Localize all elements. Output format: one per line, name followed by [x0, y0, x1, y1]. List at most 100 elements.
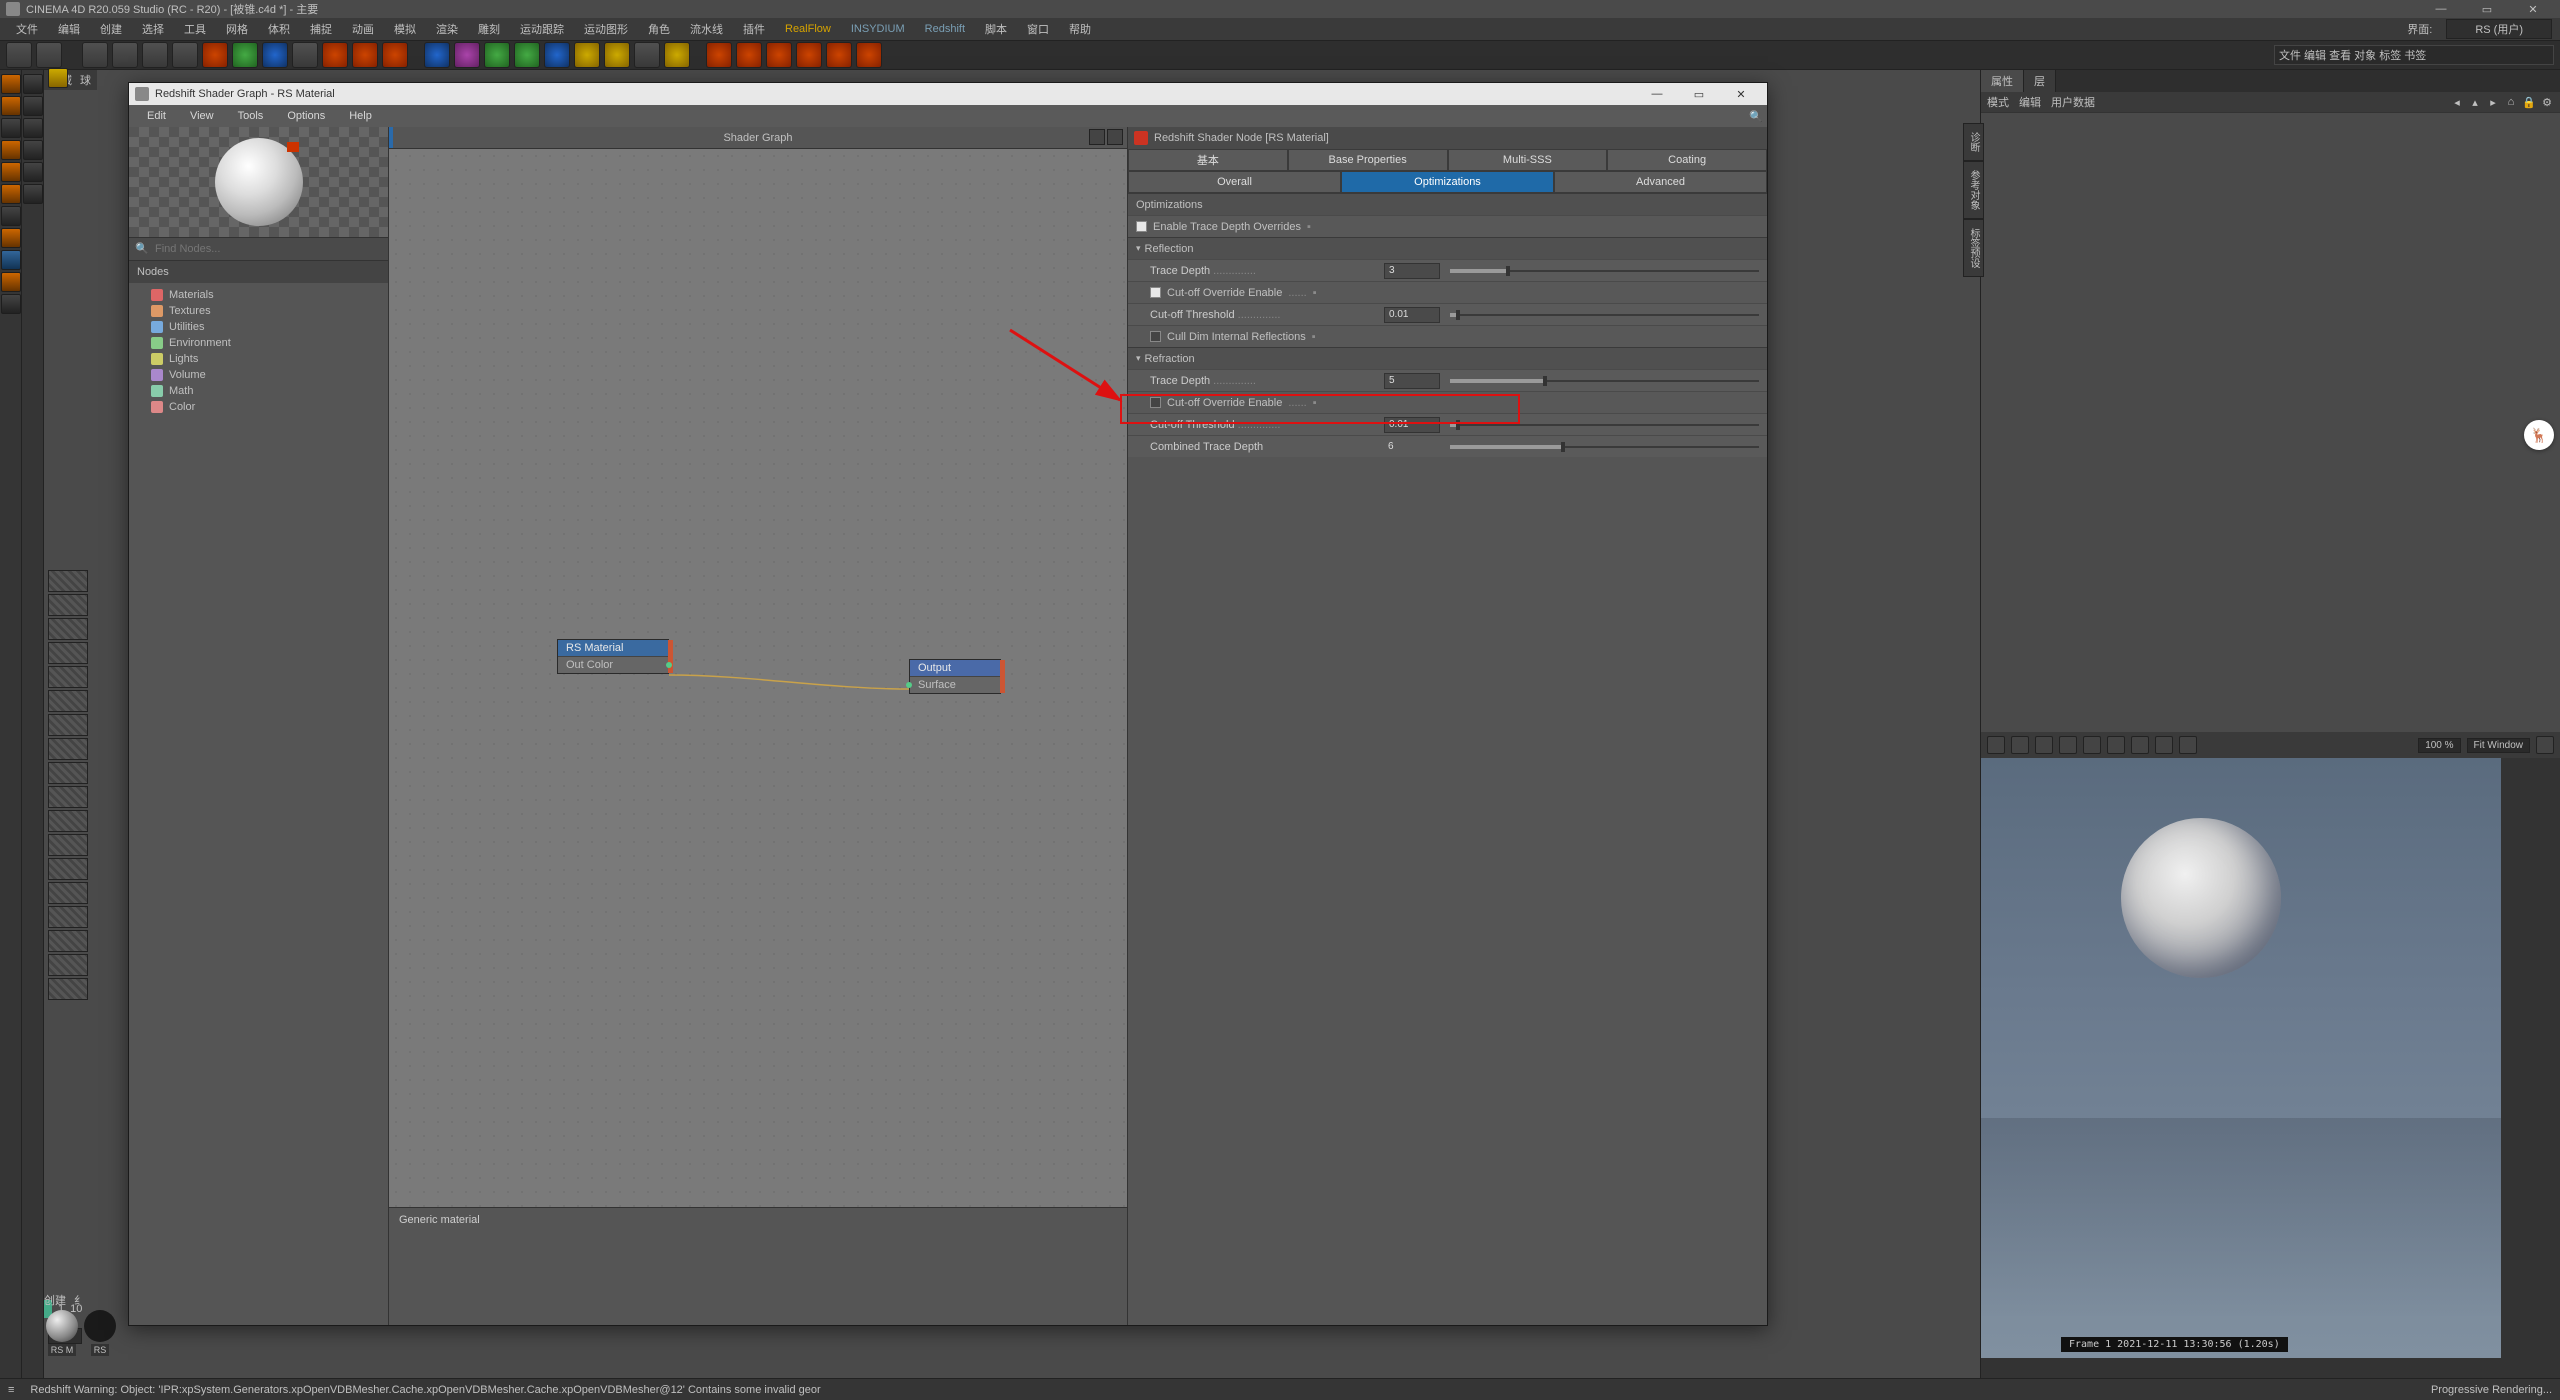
modal-menu-options[interactable]: Options [277, 108, 335, 124]
tex-swatch[interactable] [48, 570, 88, 592]
menu-select[interactable]: 选择 [134, 19, 172, 39]
tab-multi-sss[interactable]: Multi-SSS [1448, 149, 1608, 171]
menu-sculpt[interactable]: 雕刻 [470, 19, 508, 39]
menu-sim[interactable]: 模拟 [386, 19, 424, 39]
mode-tex-icon[interactable] [1, 228, 21, 248]
mode-point-icon[interactable] [1, 140, 21, 160]
plus-icon[interactable] [48, 68, 68, 88]
rv-gear-icon[interactable] [2536, 736, 2554, 754]
mode-icon[interactable] [1, 118, 21, 138]
group-reflection[interactable]: Reflection [1128, 237, 1767, 259]
mode-icon[interactable] [1, 272, 21, 292]
checkbox-refr-cutoff[interactable] [1150, 397, 1161, 408]
nav-next-icon[interactable]: ▸ [2486, 95, 2500, 109]
tab-coating[interactable]: Coating [1607, 149, 1767, 171]
checkbox-refl-cutoff[interactable] [1150, 287, 1161, 298]
field-refr-trace-depth[interactable]: 5 [1384, 373, 1440, 389]
window-maximize[interactable]: ▭ [2466, 1, 2508, 17]
rv-copy-icon[interactable] [2131, 736, 2149, 754]
modal-menu-help[interactable]: Help [339, 108, 382, 124]
node-output[interactable]: Output Surface [909, 659, 1001, 694]
field-refl-cutoff-thresh[interactable]: 0.01 [1384, 307, 1440, 323]
tex-swatch[interactable] [48, 858, 88, 880]
sel-tool-icon[interactable] [23, 74, 43, 94]
menu-help[interactable]: 帮助 [1061, 19, 1099, 39]
menu-edit[interactable]: 编辑 [50, 19, 88, 39]
tree-item-environment[interactable]: Environment [133, 335, 384, 351]
material-slot[interactable]: RS [82, 1310, 118, 1360]
menu-tools[interactable]: 工具 [176, 19, 214, 39]
tex-swatch[interactable] [48, 930, 88, 952]
rv-circle-icon[interactable] [2083, 736, 2101, 754]
rv-save-icon[interactable] [2155, 736, 2173, 754]
tex-swatch[interactable] [48, 738, 88, 760]
object-browser-menu[interactable]: 文件 编辑 查看 对象 标签 书签 [2274, 45, 2554, 65]
mode-icon[interactable] [1, 206, 21, 226]
tool-rs5[interactable] [826, 42, 852, 68]
tool-undo[interactable] [6, 42, 32, 68]
tool-rotate[interactable] [142, 42, 168, 68]
modal-menu-tools[interactable]: Tools [228, 108, 274, 124]
field-combined-depth[interactable]: 6 [1384, 439, 1440, 455]
link-icon[interactable]: ▪ [1313, 287, 1317, 299]
tool-psr[interactable] [664, 42, 690, 68]
tool-rs2[interactable] [736, 42, 762, 68]
link-icon[interactable]: ▪ [1312, 331, 1316, 343]
modal-menu-edit[interactable]: Edit [137, 108, 176, 124]
tool-move[interactable] [82, 42, 108, 68]
menu-mograph[interactable]: 运动图形 [576, 19, 636, 39]
nav-lock-icon[interactable]: 🔒 [2522, 95, 2536, 109]
tool-yaxis[interactable] [232, 42, 258, 68]
slider-refr-cutoff-thresh[interactable] [1450, 419, 1759, 431]
tex-swatch[interactable] [48, 834, 88, 856]
render-view[interactable]: Frame 1 2021-12-11 13:30:56 (1.20s) [1981, 758, 2560, 1400]
link-icon[interactable]: ▪ [1313, 397, 1317, 409]
slider-combined-depth[interactable] [1450, 441, 1759, 453]
tex-swatch[interactable] [48, 810, 88, 832]
tex-swatch[interactable] [48, 642, 88, 664]
sidetab-diag[interactable]: 诊断 [1963, 123, 1984, 161]
node-port-surface[interactable]: Surface [910, 676, 1000, 693]
tree-item-textures[interactable]: Textures [133, 303, 384, 319]
menu-insydium[interactable]: INSYDIUM [843, 21, 913, 37]
tex-swatch[interactable] [48, 954, 88, 976]
tex-swatch[interactable] [48, 882, 88, 904]
tool-btn[interactable] [172, 42, 198, 68]
tool-rs1[interactable] [706, 42, 732, 68]
slider-refl-cutoff-thresh[interactable] [1450, 309, 1759, 321]
tex-swatch[interactable] [48, 714, 88, 736]
graph-corner-icon[interactable] [1089, 129, 1105, 145]
mode-label[interactable]: 模式 [1987, 94, 2009, 110]
menu-snap[interactable]: 捕捉 [302, 19, 340, 39]
modal-search-icon[interactable]: 🔍 [1739, 108, 1759, 124]
tree-item-volume[interactable]: Volume [133, 367, 384, 383]
material-preview[interactable] [129, 127, 388, 237]
tool-rendersettings[interactable] [382, 42, 408, 68]
menu-plugin[interactable]: 插件 [735, 19, 773, 39]
menu-anim[interactable]: 动画 [344, 19, 382, 39]
tool-scale[interactable] [112, 42, 138, 68]
matmgr-edit[interactable]: 纟 [74, 1292, 85, 1308]
tool-rs6[interactable] [856, 42, 882, 68]
modal-maximize[interactable]: ▭ [1679, 85, 1719, 103]
mode-edge-icon[interactable] [1, 162, 21, 182]
menu-create[interactable]: 创建 [92, 19, 130, 39]
row-enable-trace-overrides[interactable]: Enable Trace Depth Overrides ▪ [1128, 215, 1767, 237]
modal-minimize[interactable]: — [1637, 85, 1677, 103]
tab-overall[interactable]: Overall [1128, 171, 1341, 193]
slider-refl-trace-depth[interactable] [1450, 265, 1759, 277]
matmgr-create[interactable]: 创建 [44, 1292, 66, 1308]
menu-redshift[interactable]: Redshift [917, 21, 973, 37]
mode-object-icon[interactable] [1, 96, 21, 116]
tool-spline[interactable] [454, 42, 480, 68]
menu-script[interactable]: 脚本 [977, 19, 1015, 39]
tool-zaxis[interactable] [262, 42, 288, 68]
rv-multi-icon[interactable] [2179, 736, 2197, 754]
nav-up-icon[interactable]: ▴ [2468, 95, 2482, 109]
window-minimize[interactable]: — [2420, 1, 2462, 17]
find-nodes-input[interactable] [155, 243, 382, 255]
menu-realflow[interactable]: RealFlow [777, 21, 839, 37]
mode-icon[interactable] [1, 250, 21, 270]
nav-gear-icon[interactable]: ⚙ [2540, 95, 2554, 109]
node-canvas[interactable]: RS Material Out Color Output Surface [389, 149, 1127, 1325]
